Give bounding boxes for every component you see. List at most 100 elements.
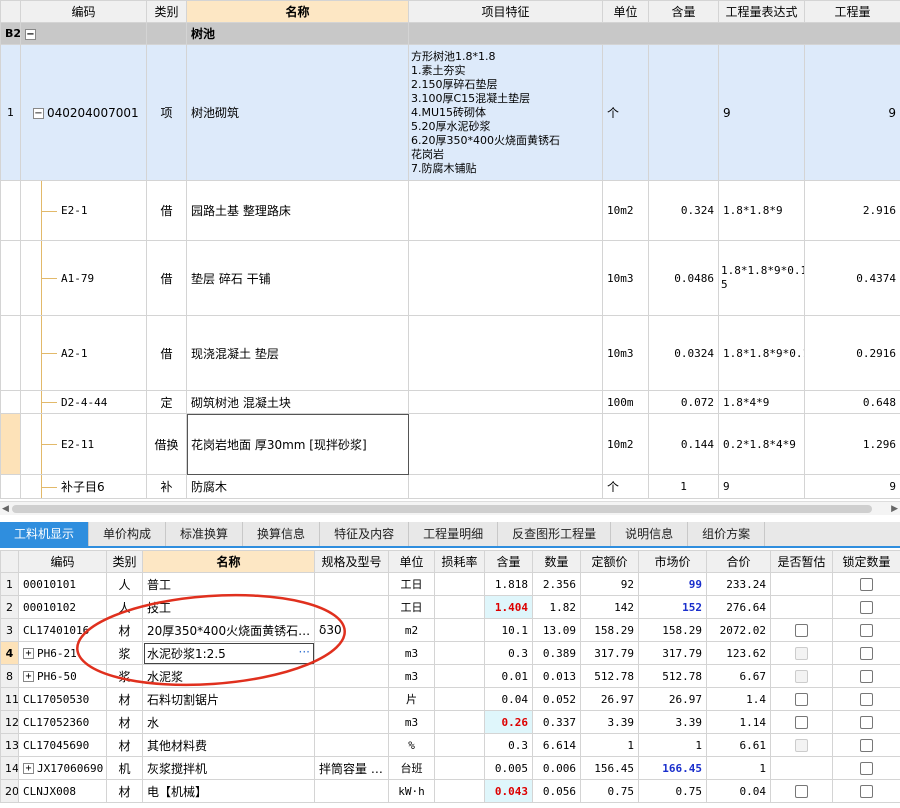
qty-cell[interactable]: 6.614 — [532, 733, 581, 757]
checkbox[interactable] — [860, 624, 873, 637]
qty-cell[interactable]: 0.052 — [532, 687, 581, 711]
spec-cell[interactable] — [314, 687, 389, 711]
code-cell[interactable]: A1-79 — [20, 240, 147, 316]
col-unit[interactable]: 单位 — [388, 550, 435, 573]
name-cell[interactable]: 普工 — [142, 572, 315, 596]
name-cell[interactable]: 垫层 碎石 干铺 — [186, 240, 409, 316]
checkbox[interactable] — [860, 693, 873, 706]
type-cell[interactable]: 借 — [146, 240, 187, 316]
table-row[interactable]: A2-1 借 现浇混凝土 垫层 10m3 0.0324 1.8*1.8*9*0.… — [0, 315, 900, 391]
expr-cell[interactable]: 0.2*1.8*4*9 — [718, 413, 805, 475]
loss-cell[interactable] — [434, 664, 485, 688]
qty-cell[interactable]: 9 — [804, 44, 900, 181]
name-cell[interactable]: 20厚350*400火烧面黄锈石… — [142, 618, 315, 642]
market-price-cell[interactable]: 99 — [638, 572, 707, 596]
table-row[interactable]: D2-4-44 定 砌筑树池 混凝土块 100m 0.072 1.8*4*9 0… — [0, 390, 900, 414]
quota-price-cell[interactable]: 0.75 — [580, 779, 639, 803]
code-cell[interactable]: CL17052360 — [18, 710, 107, 734]
content-cell[interactable]: 1.818 — [484, 572, 533, 596]
resource-row[interactable]: 3 CL17401016 材 20厚350*400火烧面黄锈石… δ30 m2 10.1 13… — [0, 618, 900, 642]
loss-cell[interactable] — [434, 618, 485, 642]
col-estimate[interactable]: 是否暂估 — [770, 550, 833, 573]
checkbox[interactable] — [860, 601, 873, 614]
col-total[interactable]: 合价 — [706, 550, 771, 573]
content-cell[interactable]: 1 — [648, 474, 719, 499]
lock-cell[interactable] — [832, 641, 900, 665]
unit-cell[interactable]: 个 — [602, 44, 649, 181]
tab-labor-material-machine[interactable]: 工料机显示 — [0, 522, 90, 546]
lock-cell[interactable] — [832, 687, 900, 711]
code-cell[interactable]: CLNJX008 — [18, 779, 107, 803]
checkbox[interactable] — [795, 785, 808, 798]
unit-cell[interactable]: m3 — [388, 641, 435, 665]
estimate-cell[interactable] — [770, 733, 833, 757]
code-cell[interactable]: 00010102 — [18, 595, 107, 619]
table-row[interactable]: 1 −040204007001 项 树池砌筑 方形树池1.8*1.8 1.素土夯… — [0, 44, 900, 181]
quota-price-cell[interactable]: 26.97 — [580, 687, 639, 711]
total-cell[interactable]: 233.24 — [706, 572, 771, 596]
lock-cell[interactable] — [832, 664, 900, 688]
resource-row[interactable]: 1 00010101 人 普工 工日 1.818 2.356 92 99 233.24 — [0, 572, 900, 596]
content-cell[interactable]: 0.043 — [484, 779, 533, 803]
total-cell[interactable]: 1.14 — [706, 710, 771, 734]
type-cell[interactable]: 材 — [106, 618, 143, 642]
loss-cell[interactable] — [434, 572, 485, 596]
tab-graphic-quantity[interactable]: 反查图形工程量 — [498, 522, 612, 546]
expr-cell[interactable]: 1.8*1.8*9*0.1 — [718, 315, 805, 391]
lock-cell[interactable] — [832, 733, 900, 757]
qty-cell[interactable]: 2.916 — [804, 180, 900, 241]
name-cell[interactable]: 树池砌筑 — [186, 44, 409, 181]
qty-cell[interactable]: 2.356 — [532, 572, 581, 596]
checkbox[interactable] — [860, 762, 873, 775]
total-cell[interactable]: 1 — [706, 756, 771, 780]
scrollbar-thumb[interactable] — [12, 505, 872, 513]
name-cell-selected[interactable]: 花岗岩地面 厚30mm [现拌砂浆] — [186, 413, 409, 475]
collapse-icon[interactable]: − — [25, 28, 36, 40]
resource-row[interactable]: 12 CL17052360 材 水 m3 0.26 0.337 3.39 3.39 1.14 — [0, 710, 900, 734]
col-loss[interactable]: 损耗率 — [434, 550, 485, 573]
checkbox[interactable] — [795, 624, 808, 637]
resource-row[interactable]: 4 + PH6-21 浆 水泥砂浆1:2.5 ··· m3 0.3 0.389 317.79 317… — [0, 641, 900, 665]
checkbox[interactable] — [860, 716, 873, 729]
spec-cell[interactable] — [314, 641, 389, 665]
code-cell[interactable]: 补子目6 — [20, 474, 147, 499]
col-name[interactable]: 名称 — [186, 0, 409, 23]
content-cell[interactable]: 0.144 — [648, 413, 719, 475]
loss-cell[interactable] — [434, 595, 485, 619]
total-cell[interactable]: 123.62 — [706, 641, 771, 665]
col-qty[interactable]: 数量 — [532, 550, 581, 573]
qty-cell[interactable]: 0.648 — [804, 390, 900, 414]
col-code[interactable]: 编码 — [20, 0, 147, 23]
table-row[interactable]: 补子目6 补 防腐木 个 1 9 9 — [0, 474, 900, 499]
type-cell[interactable]: 人 — [106, 572, 143, 596]
spec-cell[interactable] — [314, 710, 389, 734]
lock-cell[interactable] — [832, 756, 900, 780]
qty-cell[interactable]: 0.2916 — [804, 315, 900, 391]
quota-price-cell[interactable]: 3.39 — [580, 710, 639, 734]
code-cell[interactable]: 00010101 — [18, 572, 107, 596]
quota-price-cell[interactable]: 158.29 — [580, 618, 639, 642]
lock-cell[interactable] — [832, 618, 900, 642]
market-price-cell[interactable]: 0.75 — [638, 779, 707, 803]
tab-description[interactable]: 说明信息 — [611, 522, 689, 546]
content-cell[interactable]: 0.0486 — [648, 240, 719, 316]
checkbox[interactable] — [860, 578, 873, 591]
resource-row[interactable]: 13 CL17045690 材 其他材料费% 0.3 6.614 1 1 6.61 — [0, 733, 900, 757]
loss-cell[interactable] — [434, 710, 485, 734]
estimate-cell[interactable] — [770, 618, 833, 642]
type-cell[interactable]: 人 — [106, 595, 143, 619]
code-cell[interactable]: CL17050530 — [18, 687, 107, 711]
code-cell[interactable]: E2-11 — [20, 413, 147, 475]
col-unit[interactable]: 单位 — [602, 0, 649, 23]
group-toggle-cell[interactable]: − — [20, 22, 147, 45]
expand-icon[interactable]: + — [23, 648, 34, 659]
content-cell[interactable]: 0.0324 — [648, 315, 719, 391]
expr-cell[interactable]: 1.8*4*9 — [718, 390, 805, 414]
spec-cell[interactable] — [314, 572, 389, 596]
spec-cell[interactable]: 拌筒容量 … — [314, 756, 389, 780]
quota-price-cell[interactable]: 1 — [580, 733, 639, 757]
total-cell[interactable]: 2072.02 — [706, 618, 771, 642]
qty-cell[interactable]: 0.056 — [532, 779, 581, 803]
qty-cell[interactable]: 0.4374 — [804, 240, 900, 316]
code-cell[interactable]: −040204007001 — [20, 44, 147, 181]
